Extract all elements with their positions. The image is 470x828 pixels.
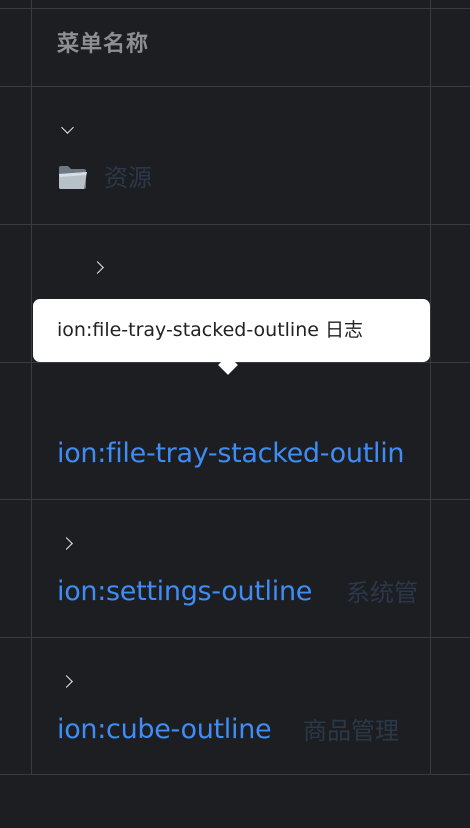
menu-table — [0, 0, 470, 775]
column-header-menu-name[interactable]: 菜单名称 — [57, 30, 149, 60]
row-divider — [0, 8, 470, 9]
menu-name-text: 系统管 — [346, 579, 418, 607]
row-divider — [0, 499, 470, 500]
icon-name-link[interactable]: ion:settings-outline — [57, 576, 312, 608]
icon-name-link[interactable]: ion:cube-outline — [57, 714, 272, 746]
column-divider — [430, 0, 431, 774]
row-divider — [0, 86, 470, 87]
menu-name-text: 资源 — [104, 164, 152, 192]
icon-name-link[interactable]: ion:file-tray-stacked-outlin — [57, 438, 405, 470]
column-divider — [31, 0, 32, 774]
row-divider — [0, 637, 470, 638]
row-divider — [0, 224, 470, 225]
menu-name-text: 商品管理 — [303, 717, 399, 745]
tooltip-text: ion:file-tray-stacked-outline 日志 — [57, 319, 363, 341]
row-divider — [0, 774, 470, 775]
folder-icon — [59, 166, 87, 189]
tooltip: ion:file-tray-stacked-outline 日志 — [33, 299, 430, 375]
